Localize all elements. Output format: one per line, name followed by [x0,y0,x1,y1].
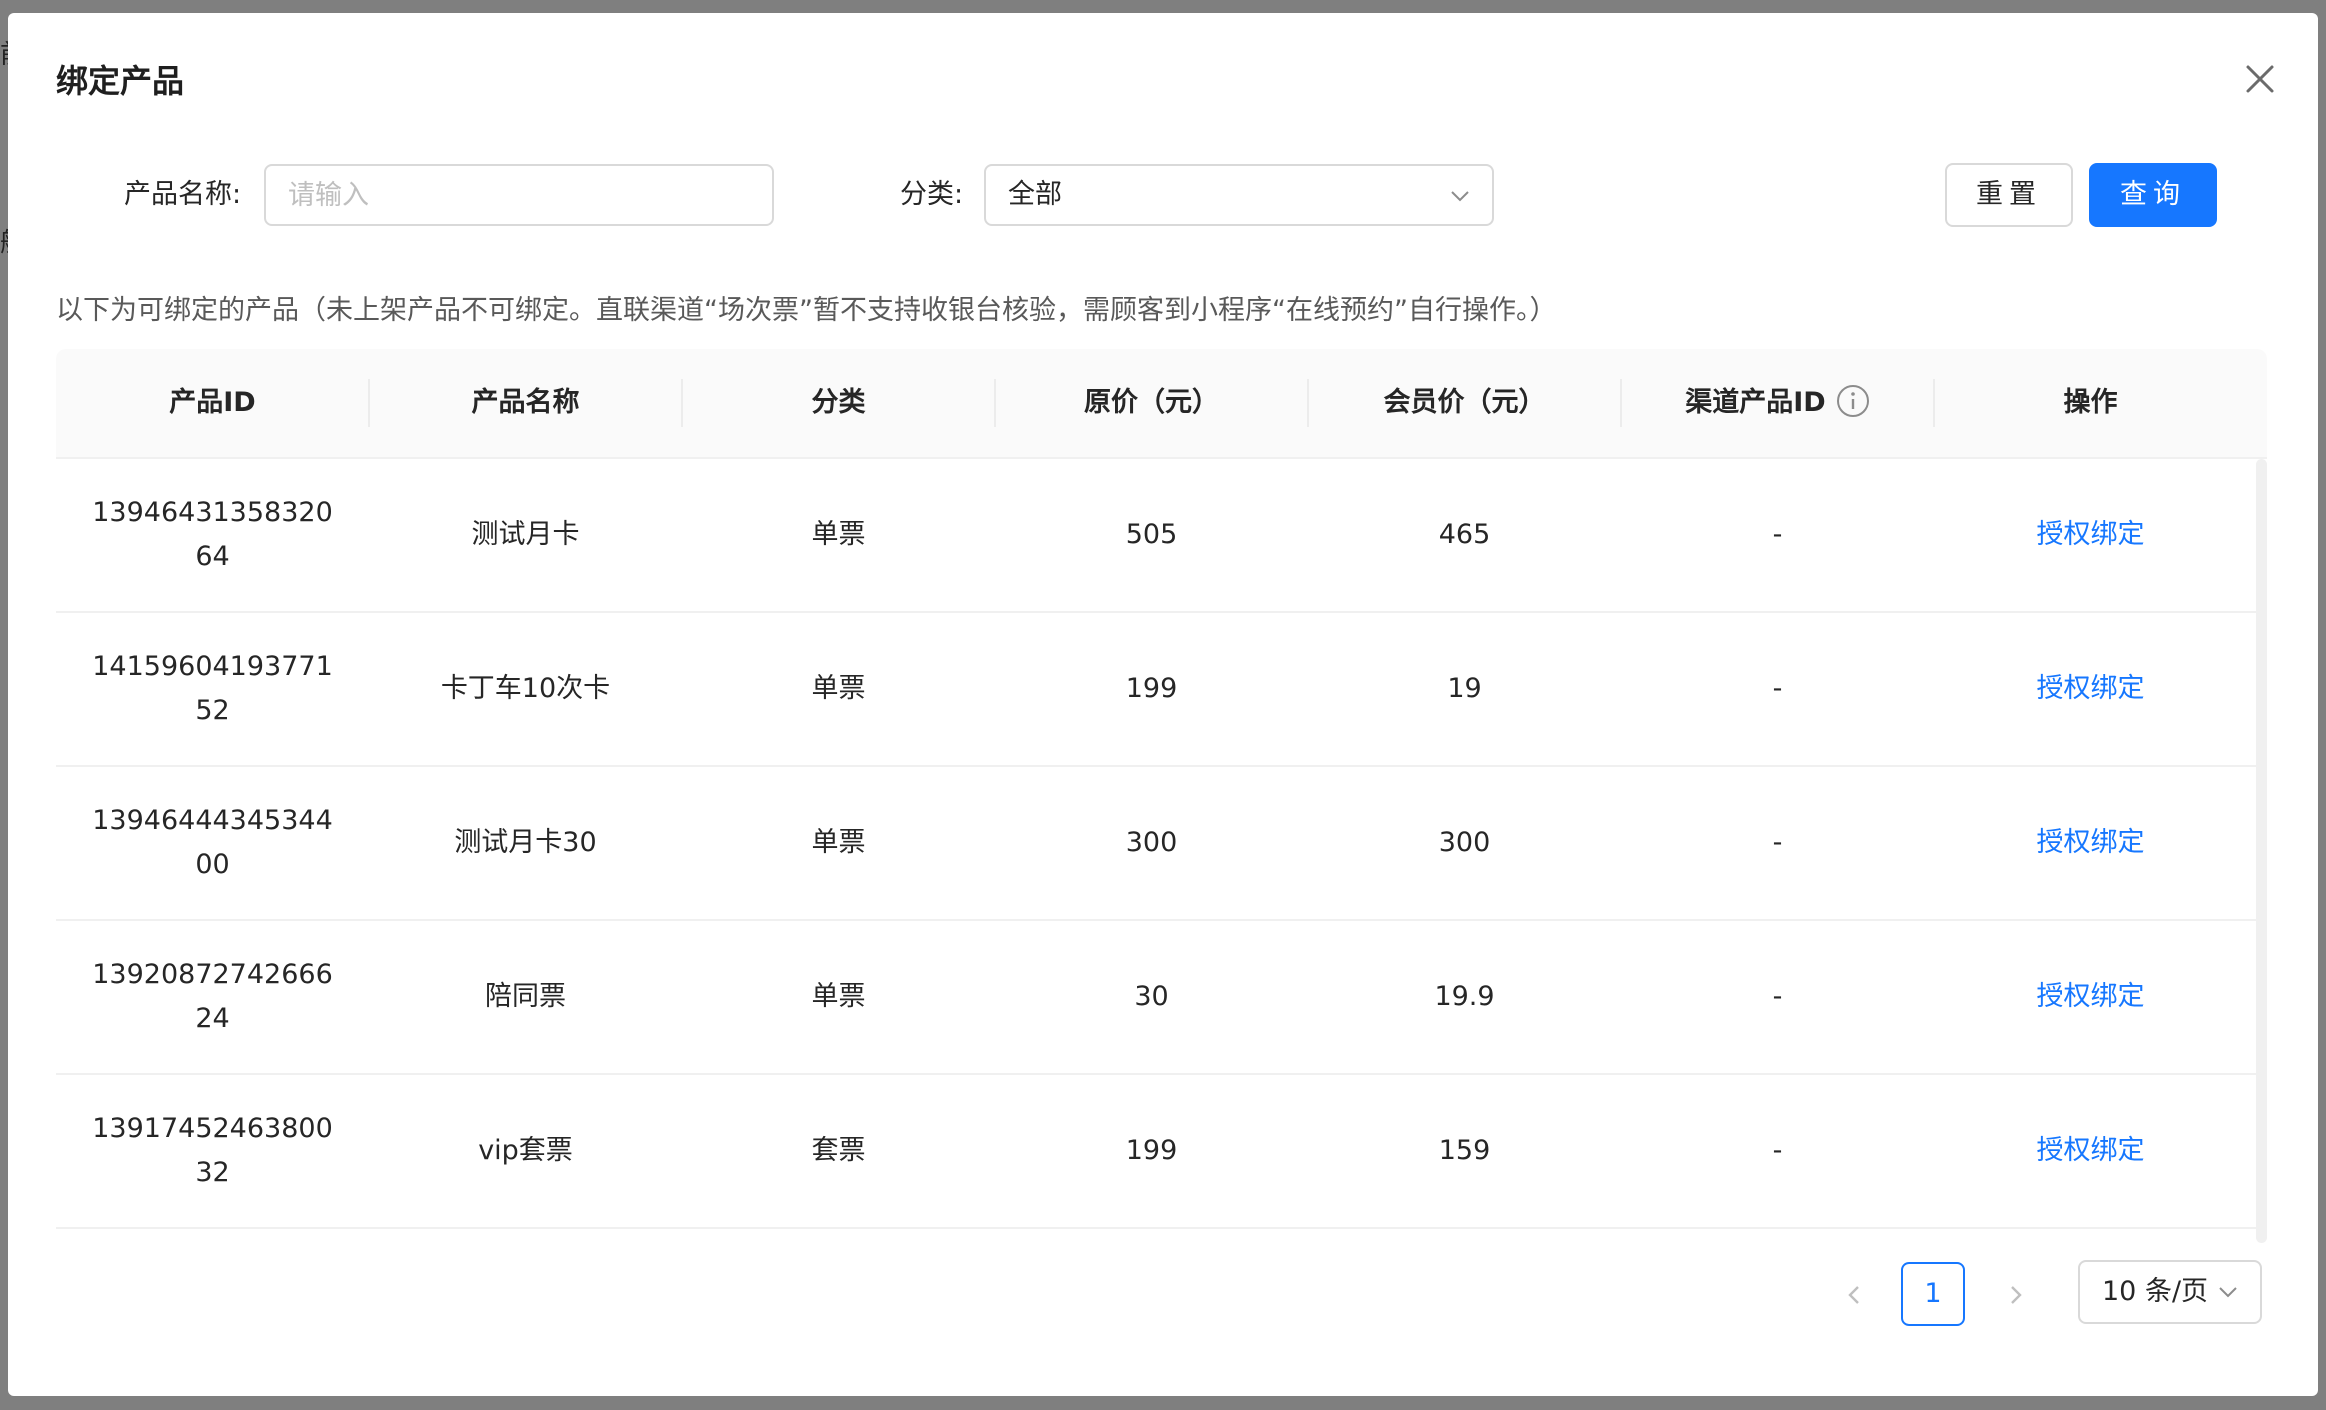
category-cell: 单票 [811,519,866,550]
close-icon [2246,65,2274,93]
column-header-actions: 操作 [2063,387,2118,418]
column-header-product-name: 产品名称 [471,387,580,418]
next-page-icon[interactable] [1996,1275,2036,1315]
product-name-cell: vip套票 [478,1135,573,1166]
reset-button[interactable]: 重置 [1945,163,2073,227]
action-cell: 授权绑定 [1934,921,2247,1073]
query-button[interactable]: 查询 [2089,163,2217,227]
previous-page-icon[interactable] [1834,1275,1874,1315]
page-number-button[interactable]: 1 [1901,1262,1965,1326]
channel-product-id-cell: - [1772,981,1783,1012]
chevron-down-icon [2219,1287,2237,1298]
original-price-cell: 199 [1125,673,1178,704]
member-price-cell: 19 [1447,673,1482,704]
channel-product-id-cell: - [1772,519,1783,550]
category-cell: 单票 [811,827,866,858]
products-table: 产品ID 产品名称 分类 原价（元） 会员价（元） 渠道产品ID 操作 1394… [56,349,2267,1243]
original-price-cell: 199 [1125,1135,1178,1166]
column-header-original-price: 原价（元） [1084,387,1219,418]
table-body: 1394643135832064 测试月卡 单票 505 465 - 授权绑定 … [56,459,2256,1229]
product-name-cell: 测试月卡 [471,519,580,550]
product-id-cell: 1394644434534400 [92,805,333,880]
bindable-products-hint: 以下为可绑定的产品（未上架产品不可绑定。直联渠道“场次票”暂不支持收银台核验，需… [56,295,1557,326]
product-name-cell: 陪同票 [485,981,566,1012]
member-price-cell: 300 [1438,827,1491,858]
table-row: 1392087274266624 陪同票 单票 30 19.9 - 授权绑定 [56,921,2256,1075]
member-price-cell: 159 [1438,1135,1491,1166]
chevron-down-icon [1451,191,1469,202]
table-row: 1394644434534400 测试月卡30 单票 300 300 - 授权绑… [56,767,2256,921]
category-select[interactable]: 全部 [984,164,1494,226]
column-header-product-id: 产品ID [169,387,256,418]
table-scrollbar[interactable] [2256,459,2267,1243]
product-name-cell: 卡丁车10次卡 [440,673,611,704]
category-cell: 单票 [811,981,866,1012]
column-header-category: 分类 [811,387,866,418]
category-label: 分类: [900,179,964,210]
column-header-channel-product-id-label: 渠道产品ID [1685,387,1826,418]
original-price-cell: 300 [1125,827,1178,858]
table-header: 产品ID 产品名称 分类 原价（元） 会员价（元） 渠道产品ID 操作 [56,349,2267,459]
close-button[interactable] [2236,55,2284,103]
table-row: 1394643135832064 测试月卡 单票 505 465 - 授权绑定 [56,459,2256,613]
category-cell: 单票 [811,673,866,704]
original-price-cell: 30 [1134,981,1169,1012]
authorize-bind-link[interactable]: 授权绑定 [2037,1129,2145,1173]
product-name-label: 产品名称: [124,179,242,210]
column-header-member-price: 会员价（元） [1383,387,1546,418]
action-cell: 授权绑定 [1934,1075,2247,1227]
channel-product-id-cell: - [1772,1135,1783,1166]
product-id-cell: 1391745246380032 [92,1113,333,1188]
product-name-cell: 测试月卡30 [454,827,597,858]
member-price-cell: 19.9 [1434,981,1495,1012]
page-size-select[interactable]: 10 条/页 [2078,1260,2262,1324]
product-name-input[interactable] [264,164,774,226]
channel-product-id-cell: - [1772,827,1783,858]
info-icon[interactable] [1836,384,1870,418]
category-cell: 套票 [811,1135,866,1166]
member-price-cell: 465 [1438,519,1491,550]
authorize-bind-link[interactable]: 授权绑定 [2037,975,2145,1019]
page-size-value: 10 条/页 [2102,1276,2209,1307]
authorize-bind-link[interactable]: 授权绑定 [2037,667,2145,711]
table-row: 1391745246380032 vip套票 套票 199 159 - 授权绑定 [56,1075,2256,1229]
product-id-cell: 1392087274266624 [92,959,333,1034]
authorize-bind-link[interactable]: 授权绑定 [2037,513,2145,557]
original-price-cell: 505 [1125,519,1178,550]
authorize-bind-link[interactable]: 授权绑定 [2037,821,2145,865]
channel-product-id-cell: - [1772,673,1783,704]
action-cell: 授权绑定 [1934,459,2247,611]
column-header-channel-product-id: 渠道产品ID [1621,349,1934,457]
product-id-cell: 1394643135832064 [92,497,333,572]
bind-product-modal: 绑定产品 产品名称: 分类: 全部 重置 查询 以下为可绑定的产品（未上架产品不… [8,13,2318,1396]
product-id-cell: 1415960419377152 [92,651,333,726]
modal-title: 绑定产品 [56,62,185,100]
table-row: 1415960419377152 卡丁车10次卡 单票 199 19 - 授权绑… [56,613,2256,767]
action-cell: 授权绑定 [1934,613,2247,765]
category-selected-value: 全部 [1008,179,1062,210]
action-cell: 授权绑定 [1934,767,2247,919]
